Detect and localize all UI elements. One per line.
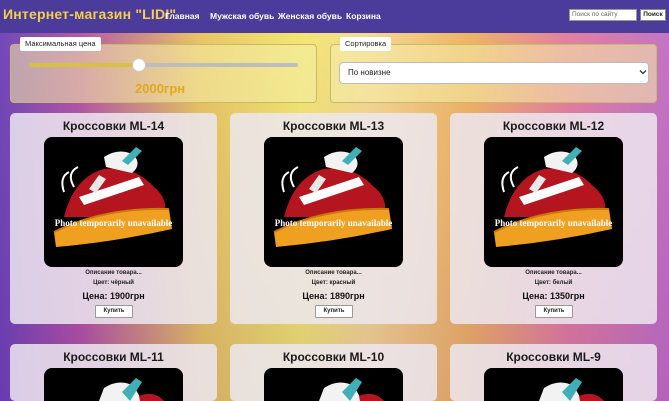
- product-color: Цвет: красный: [311, 280, 356, 286]
- product-color: Цвет: белый: [534, 280, 573, 286]
- chevron-down-icon: [639, 68, 647, 76]
- product-price: Цена: 1900грн: [82, 291, 145, 301]
- product-price: Цена: 1890грн: [302, 291, 365, 301]
- sneaker-illustration: [319, 378, 384, 401]
- sneaker-illustration: [99, 378, 164, 401]
- price-slider-thumb[interactable]: [132, 58, 146, 72]
- product-image[interactable]: [484, 368, 623, 401]
- sneaker-illustration: [273, 147, 392, 247]
- product-card: Кроссовки ML-13 Photo temporarily unavai…: [230, 113, 437, 324]
- nav-link-cart[interactable]: Корзина: [346, 11, 381, 21]
- product-image[interactable]: [44, 368, 183, 401]
- product-card: Кроссовки ML-12 Photo temporarily unavai…: [450, 113, 657, 324]
- sort-select[interactable]: По новизне: [339, 62, 649, 84]
- product-card: Кроссовки ML-9: [450, 344, 657, 401]
- product-description: Описание товара...: [525, 270, 582, 276]
- photo-unavailable-text: Photo temporarily unavailable: [494, 218, 613, 228]
- product-title[interactable]: Кроссовки ML-13: [230, 119, 437, 133]
- sneaker-illustration: [53, 147, 172, 247]
- product-image[interactable]: [264, 368, 403, 401]
- sneaker-illustration: [539, 378, 604, 401]
- product-image[interactable]: Photo temporarily unavailable: [484, 137, 623, 267]
- product-image[interactable]: Photo temporarily unavailable: [44, 137, 183, 267]
- product-card: Кроссовки ML-11: [10, 344, 217, 401]
- product-price: Цена: 1350грн: [522, 291, 585, 301]
- sort-filter-legend: Сортировка: [340, 37, 392, 51]
- product-description: Описание товара...: [305, 270, 362, 276]
- search-button[interactable]: Поиск: [640, 9, 666, 21]
- buy-button[interactable]: Купить: [95, 305, 133, 318]
- product-card: Кроссовки ML-14 Photo temporarily unavai…: [10, 113, 217, 324]
- product-title[interactable]: Кроссовки ML-12: [450, 119, 657, 133]
- product-title[interactable]: Кроссовки ML-10: [230, 350, 437, 364]
- price-slider-fill: [29, 63, 139, 67]
- photo-unavailable-text: Photo temporarily unavailable: [274, 218, 393, 228]
- nav-link-women[interactable]: Женская обувь: [278, 11, 342, 21]
- product-title[interactable]: Кроссовки ML-9: [450, 350, 657, 364]
- product-description: Описание товара...: [85, 270, 142, 276]
- site-brand[interactable]: Интернет-магазин "LIDI": [3, 6, 176, 22]
- sneaker-illustration: [493, 147, 612, 247]
- product-title[interactable]: Кроссовки ML-11: [10, 350, 217, 364]
- product-card: Кроссовки ML-10: [230, 344, 437, 401]
- buy-button[interactable]: Купить: [315, 305, 353, 318]
- buy-button[interactable]: Купить: [535, 305, 573, 318]
- nav-link-home[interactable]: Главная: [165, 11, 200, 21]
- price-value: 2000грн: [135, 81, 186, 96]
- nav-link-men[interactable]: Мужская обувь: [210, 11, 274, 21]
- product-title[interactable]: Кроссовки ML-14: [10, 119, 217, 133]
- product-color: Цвет: чёрный: [93, 280, 134, 286]
- price-filter-legend: Максимальная цена: [20, 37, 101, 51]
- search-input[interactable]: Поиск по сайту: [569, 9, 637, 21]
- product-image[interactable]: Photo temporarily unavailable: [264, 137, 403, 267]
- photo-unavailable-text: Photo temporarily unavailable: [54, 218, 173, 228]
